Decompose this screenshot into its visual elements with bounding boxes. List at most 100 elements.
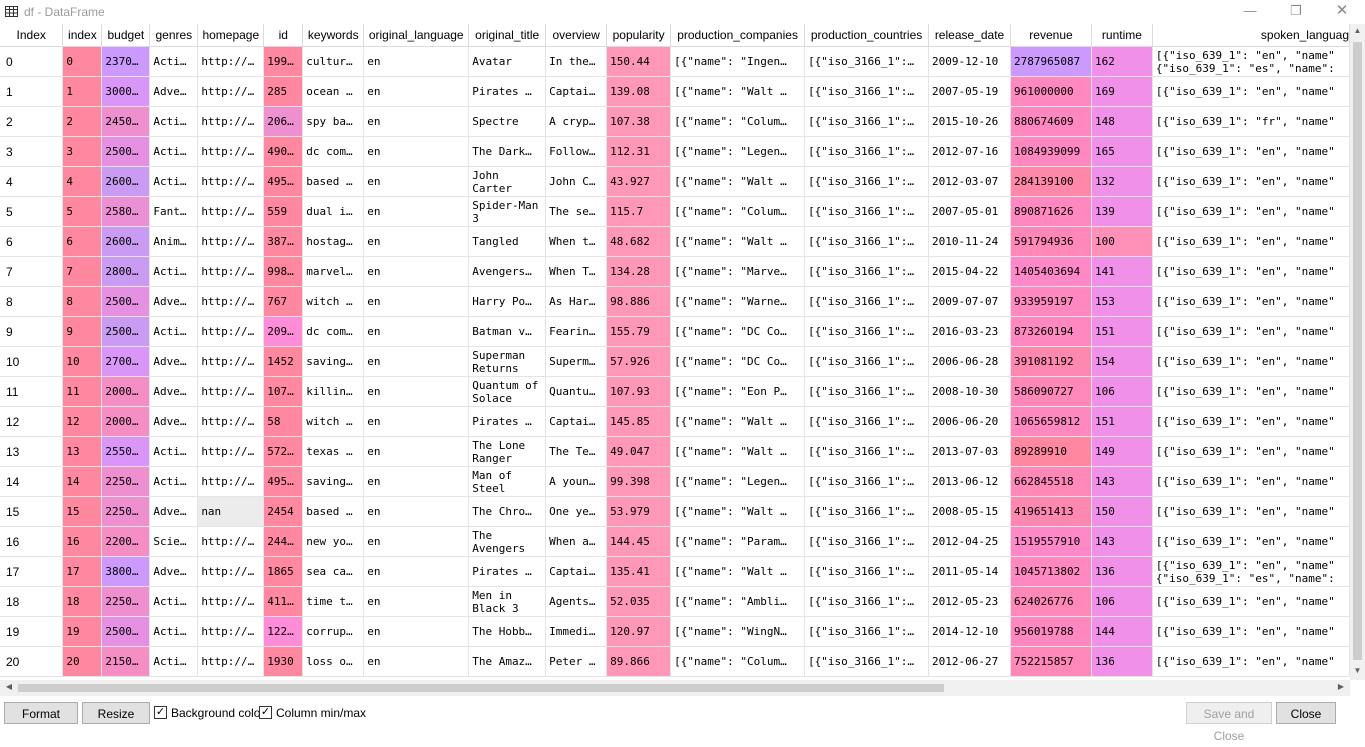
- cell-companies[interactable]: [{"name": "Param…: [670, 526, 806, 557]
- cell-lang[interactable]: en: [363, 406, 470, 437]
- cell-companies[interactable]: [{"name": "Marve…: [670, 256, 806, 287]
- cell-homepage[interactable]: http://…: [197, 556, 265, 587]
- table-row[interactable]: 20 20 2150… Acti… http://… 1930 loss o… en The A…: [0, 646, 1350, 677]
- cell-budget[interactable]: 2700…: [101, 346, 151, 377]
- cell-budget[interactable]: 2000…: [101, 406, 151, 437]
- cell-id[interactable]: 199…: [263, 46, 304, 77]
- table-row[interactable]: 9 9 2500… Acti… http://… 209… dc com… en Batman …: [0, 316, 1350, 347]
- cell-keywords[interactable]: hostag…: [302, 226, 365, 257]
- row-index-cell[interactable]: 3: [0, 136, 64, 167]
- cell-genres[interactable]: Acti…: [149, 166, 199, 197]
- cell-genres[interactable]: Adve…: [149, 346, 199, 377]
- cell-companies[interactable]: [{"name": "Warne…: [670, 286, 806, 317]
- cell-title[interactable]: Pirates …: [468, 406, 547, 437]
- cell-revenue[interactable]: 284139100: [1010, 166, 1092, 197]
- cell-overview[interactable]: The se…: [545, 196, 608, 227]
- cell-budget[interactable]: 2550…: [101, 436, 151, 467]
- column-minmax-checkbox[interactable]: ✓: [259, 706, 272, 719]
- cell-overview[interactable]: When a…: [545, 526, 608, 557]
- row-index-cell[interactable]: 4: [0, 166, 64, 197]
- vertical-scroll-thumb[interactable]: [1353, 42, 1362, 660]
- cell-index[interactable]: 2: [62, 106, 103, 137]
- cell-revenue[interactable]: 873260194: [1010, 316, 1092, 347]
- cell-id[interactable]: 387…: [263, 226, 304, 257]
- cell-runtime[interactable]: 151: [1091, 316, 1153, 347]
- cell-companies[interactable]: [{"name": "DC Co…: [670, 316, 806, 347]
- cell-runtime[interactable]: 165: [1091, 136, 1153, 167]
- table-row[interactable]: 4 4 2600… Acti… http://… 495… based … en John Ca…: [0, 166, 1350, 197]
- cell-title[interactable]: Tangled: [468, 226, 547, 257]
- cell-spoken[interactable]: [{"iso_639_1": "en", "name": [1152, 406, 1350, 437]
- table-row[interactable]: 10 10 2700… Adve… http://… 1452 saving… en Super…: [0, 346, 1350, 377]
- cell-companies[interactable]: [{"name": "Ambli…: [670, 586, 806, 617]
- cell-spoken[interactable]: [{"iso_639_1": "en", "name": [1152, 226, 1350, 257]
- cell-id[interactable]: 998…: [263, 256, 304, 287]
- row-index-cell[interactable]: 11: [0, 376, 64, 407]
- cell-popularity[interactable]: 134.28: [606, 256, 672, 287]
- cell-countries[interactable]: [{"iso_3166_1":…: [804, 526, 930, 557]
- table-row[interactable]: 14 14 2250… Acti… http://… 495… saving… en Man o…: [0, 466, 1350, 497]
- cell-release[interactable]: 2016-03-23: [928, 316, 1011, 347]
- cell-countries[interactable]: [{"iso_3166_1":…: [804, 406, 930, 437]
- cell-runtime[interactable]: 136: [1091, 646, 1153, 677]
- scroll-up-arrow-icon[interactable]: ▲: [1350, 26, 1365, 35]
- cell-keywords[interactable]: witch …: [302, 406, 365, 437]
- cell-homepage[interactable]: http://…: [197, 646, 265, 677]
- column-header[interactable]: original_title: [468, 24, 547, 47]
- row-index-cell[interactable]: 9: [0, 316, 64, 347]
- table-row[interactable]: 8 8 2500… Adve… http://… 767 witch … en Harry Po…: [0, 286, 1350, 317]
- cell-countries[interactable]: [{"iso_3166_1":…: [804, 106, 930, 137]
- cell-id[interactable]: 559: [263, 196, 304, 227]
- cell-release[interactable]: 2006-06-20: [928, 406, 1011, 437]
- column-header[interactable]: production_companies: [670, 24, 806, 47]
- cell-release[interactable]: 2013-06-12: [928, 466, 1011, 497]
- cell-revenue[interactable]: 419651413: [1010, 496, 1092, 527]
- cell-countries[interactable]: [{"iso_3166_1":…: [804, 46, 930, 77]
- cell-countries[interactable]: [{"iso_3166_1":…: [804, 496, 930, 527]
- cell-companies[interactable]: [{"name": "Ingen…: [670, 46, 806, 77]
- cell-popularity[interactable]: 112.31: [606, 136, 672, 167]
- cell-companies[interactable]: [{"name": "Legen…: [670, 466, 806, 497]
- cell-spoken[interactable]: [{"iso_639_1": "fr", "name": [1152, 106, 1350, 137]
- cell-index[interactable]: 1: [62, 76, 103, 107]
- cell-homepage[interactable]: http://…: [197, 196, 265, 227]
- cell-runtime[interactable]: 150: [1091, 496, 1153, 527]
- row-index-cell[interactable]: 1: [0, 76, 64, 107]
- cell-runtime[interactable]: 136: [1091, 556, 1153, 587]
- row-index-cell[interactable]: 13: [0, 436, 64, 467]
- cell-lang[interactable]: en: [363, 196, 470, 227]
- cell-spoken[interactable]: [{"iso_639_1": "en", "name": [1152, 526, 1350, 557]
- cell-lang[interactable]: en: [363, 586, 470, 617]
- cell-release[interactable]: 2007-05-19: [928, 76, 1011, 107]
- column-header[interactable]: original_language: [363, 24, 470, 47]
- cell-runtime[interactable]: 151: [1091, 406, 1153, 437]
- cell-popularity[interactable]: 52.035: [606, 586, 672, 617]
- cell-lang[interactable]: en: [363, 286, 470, 317]
- cell-lang[interactable]: en: [363, 76, 470, 107]
- cell-index[interactable]: 6: [62, 226, 103, 257]
- cell-keywords[interactable]: texas …: [302, 436, 365, 467]
- cell-homepage[interactable]: http://…: [197, 346, 265, 377]
- cell-title[interactable]: Harry Po…: [468, 286, 547, 317]
- cell-spoken[interactable]: [{"iso_639_1": "en", "name": [1152, 316, 1350, 347]
- cell-runtime[interactable]: 139: [1091, 196, 1153, 227]
- cell-id[interactable]: 1865: [263, 556, 304, 587]
- cell-homepage[interactable]: http://…: [197, 286, 265, 317]
- cell-title[interactable]: The Avengers: [468, 526, 547, 557]
- cell-runtime[interactable]: 132: [1091, 166, 1153, 197]
- cell-lang[interactable]: en: [363, 256, 470, 287]
- column-header[interactable]: production_countries: [804, 24, 930, 47]
- cell-countries[interactable]: [{"iso_3166_1":…: [804, 376, 930, 407]
- table-row[interactable]: 5 5 2580… Fant… http://… 559 dual i… en Spider-M…: [0, 196, 1350, 227]
- cell-id[interactable]: 495…: [263, 166, 304, 197]
- cell-budget[interactable]: 2150…: [101, 646, 151, 677]
- cell-keywords[interactable]: based …: [302, 496, 365, 527]
- cell-overview[interactable]: Captai…: [545, 406, 608, 437]
- cell-overview[interactable]: One ye…: [545, 496, 608, 527]
- cell-homepage[interactable]: http://…: [197, 406, 265, 437]
- cell-countries[interactable]: [{"iso_3166_1":…: [804, 226, 930, 257]
- cell-budget[interactable]: 2500…: [101, 136, 151, 167]
- cell-homepage[interactable]: http://…: [197, 436, 265, 467]
- cell-index[interactable]: 15: [62, 496, 103, 527]
- cell-release[interactable]: 2008-10-30: [928, 376, 1011, 407]
